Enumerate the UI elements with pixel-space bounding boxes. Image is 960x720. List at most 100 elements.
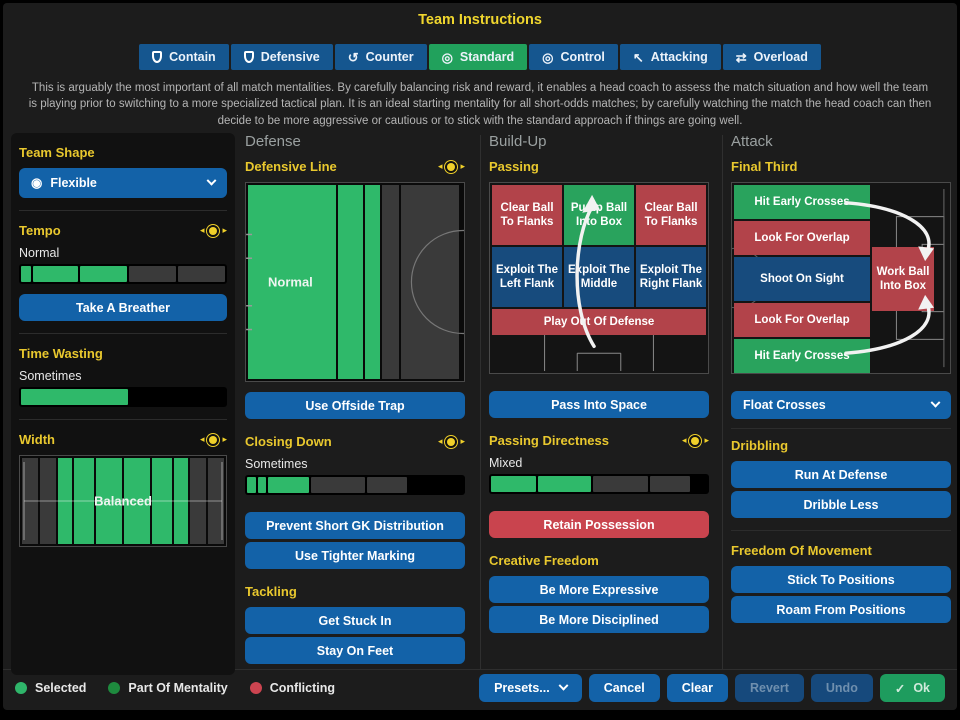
divider (19, 210, 227, 211)
mentality-tabs: ContainDefensive↺Counter◎Standard◎Contro… (3, 44, 957, 70)
chevron-down-icon (558, 680, 568, 690)
slider-adjust-icon[interactable]: ◂▸ (200, 434, 227, 445)
legend-dot-icon (108, 682, 120, 694)
crosses-value: Float Crosses (743, 398, 826, 412)
look-for-overlap-top-cell[interactable]: Look For Overlap (734, 221, 870, 255)
tempo-header: Tempo (19, 223, 61, 238)
team-shape-icon: ◉ (31, 175, 42, 191)
counter-arrow-icon: ↺ (348, 51, 359, 64)
pump-ball-into-box-cell[interactable]: Pump Ball Into Box (564, 185, 634, 245)
exploit-right-flank-cell[interactable]: Exploit The Right Flank (636, 247, 706, 307)
team-shape-header: Team Shape (19, 145, 227, 160)
width-pitch[interactable]: Balanced (19, 455, 227, 547)
divider (19, 333, 227, 334)
tempo-slider[interactable] (19, 264, 227, 284)
tab-control[interactable]: ◎Control (529, 44, 618, 70)
clear-ball-to-flanks-right-cell[interactable]: Clear Ball To Flanks (636, 185, 706, 245)
build-up-header: Build-Up (489, 133, 709, 150)
look-for-overlap-bottom-cell[interactable]: Look For Overlap (734, 303, 870, 337)
dribble-less-button[interactable]: Dribble Less (731, 491, 951, 518)
mentality-description: This is arguably the most important of a… (27, 80, 933, 129)
stay-on-feet-button[interactable]: Stay On Feet (245, 637, 465, 664)
tab-defensive[interactable]: Defensive (231, 44, 333, 70)
slider-adjust-icon[interactable]: ◂▸ (438, 436, 465, 447)
passing-directness-value: Mixed (489, 456, 709, 470)
width-header: Width (19, 432, 55, 447)
team-instructions-panel: Team Instructions ContainDefensive↺Count… (3, 3, 957, 710)
team-shape-dropdown[interactable]: ◉ Flexible (19, 168, 227, 198)
tab-counter[interactable]: ↺Counter (335, 44, 427, 70)
run-at-defense-button[interactable]: Run At Defense (731, 461, 951, 488)
exploit-middle-cell[interactable]: Exploit The Middle (564, 247, 634, 307)
column-divider (722, 135, 723, 669)
tempo-value: Normal (19, 246, 227, 260)
pass-into-space-button[interactable]: Pass Into Space (489, 391, 709, 418)
tab-contain[interactable]: Contain (139, 44, 229, 70)
shoot-on-sight-cell[interactable]: Shoot On Sight (734, 257, 870, 301)
ok-button[interactable]: ✓ Ok (880, 674, 945, 702)
defense-column: Defense Defensive Line ◂▸ Normal Use Off… (245, 133, 465, 664)
use-offside-trap-button[interactable]: Use Offside Trap (245, 392, 465, 419)
divider (19, 419, 227, 420)
presets-button[interactable]: Presets... (479, 674, 582, 702)
slider-adjust-icon[interactable]: ◂▸ (438, 161, 465, 172)
tab-attacking[interactable]: ↖Attacking (620, 44, 721, 70)
passing-grid: Clear Ball To Flanks Pump Ball Into Box … (489, 182, 709, 374)
time-wasting-value: Sometimes (19, 369, 227, 383)
legend-dot-icon (250, 682, 262, 694)
be-more-expressive-button[interactable]: Be More Expressive (489, 576, 709, 603)
check-icon: ✓ (895, 681, 905, 696)
footer-buttons: Presets... Cancel Clear Revert Undo ✓ Ok (479, 674, 945, 702)
sidebar: Team Shape ◉ Flexible Tempo ◂▸ Normal Ta… (11, 133, 235, 675)
creative-freedom-header: Creative Freedom (489, 553, 709, 568)
use-tighter-marking-button[interactable]: Use Tighter Marking (245, 542, 465, 569)
final-third-grid: Hit Early Crosses Look For Overlap Shoot… (731, 182, 951, 374)
legend-item: Part Of Mentality (108, 681, 227, 695)
tab-standard[interactable]: ◎Standard (429, 44, 528, 70)
tackling-header: Tackling (245, 584, 465, 599)
clear-ball-to-flanks-left-cell[interactable]: Clear Ball To Flanks (492, 185, 562, 245)
final-third-header: Final Third (731, 159, 951, 174)
slider-adjust-icon[interactable]: ◂▸ (682, 435, 709, 446)
tab-overload[interactable]: ⇄Overload (723, 44, 821, 70)
overload-arrows-icon: ⇄ (736, 51, 747, 64)
crosses-dropdown[interactable]: Float Crosses (731, 391, 951, 419)
revert-button[interactable]: Revert (735, 674, 804, 702)
passing-header: Passing (489, 159, 709, 174)
slider-adjust-icon[interactable]: ◂▸ (200, 225, 227, 236)
take-a-breather-button[interactable]: Take A Breather (19, 294, 227, 321)
stick-to-positions-button[interactable]: Stick To Positions (731, 566, 951, 593)
be-more-disciplined-button[interactable]: Be More Disciplined (489, 606, 709, 633)
work-ball-into-box-cell[interactable]: Work Ball Into Box (872, 247, 934, 311)
defensive-line-pitch[interactable]: Normal (245, 182, 465, 382)
divider (731, 428, 951, 429)
closing-down-value: Sometimes (245, 457, 465, 471)
clear-button[interactable]: Clear (667, 674, 728, 702)
attack-header: Attack (731, 133, 951, 150)
roam-from-positions-button[interactable]: Roam From Positions (731, 596, 951, 623)
passing-directness-slider[interactable] (489, 474, 709, 494)
target-icon: ◎ (442, 51, 453, 64)
team-shape-value: Flexible (50, 176, 97, 190)
legend-item: Selected (15, 681, 86, 695)
hit-early-crosses-top-cell[interactable]: Hit Early Crosses (734, 185, 870, 219)
hit-early-crosses-bottom-cell[interactable]: Hit Early Crosses (734, 339, 870, 373)
retain-possession-button[interactable]: Retain Possession (489, 511, 709, 538)
legend: SelectedPart Of MentalityConflicting (15, 681, 335, 695)
closing-down-slider[interactable] (245, 475, 465, 495)
freedom-of-movement-header: Freedom Of Movement (731, 543, 951, 558)
prevent-short-gk-distribution-button[interactable]: Prevent Short GK Distribution (245, 512, 465, 539)
get-stuck-in-button[interactable]: Get Stuck In (245, 607, 465, 634)
defensive-line-header: Defensive Line (245, 159, 337, 174)
column-divider (480, 135, 481, 669)
cancel-button[interactable]: Cancel (589, 674, 660, 702)
time-wasting-slider[interactable] (19, 387, 227, 407)
play-out-of-defense-cell[interactable]: Play Out Of Defense (492, 309, 706, 335)
attack-column: Attack Final Third Hit Early Crosses Loo… (731, 133, 951, 623)
legend-dot-icon (15, 682, 27, 694)
exploit-left-flank-cell[interactable]: Exploit The Left Flank (492, 247, 562, 307)
dribbling-header: Dribbling (731, 438, 951, 453)
passing-directness-header: Passing Directness (489, 433, 609, 448)
undo-button[interactable]: Undo (811, 674, 873, 702)
page-title: Team Instructions (3, 12, 957, 28)
